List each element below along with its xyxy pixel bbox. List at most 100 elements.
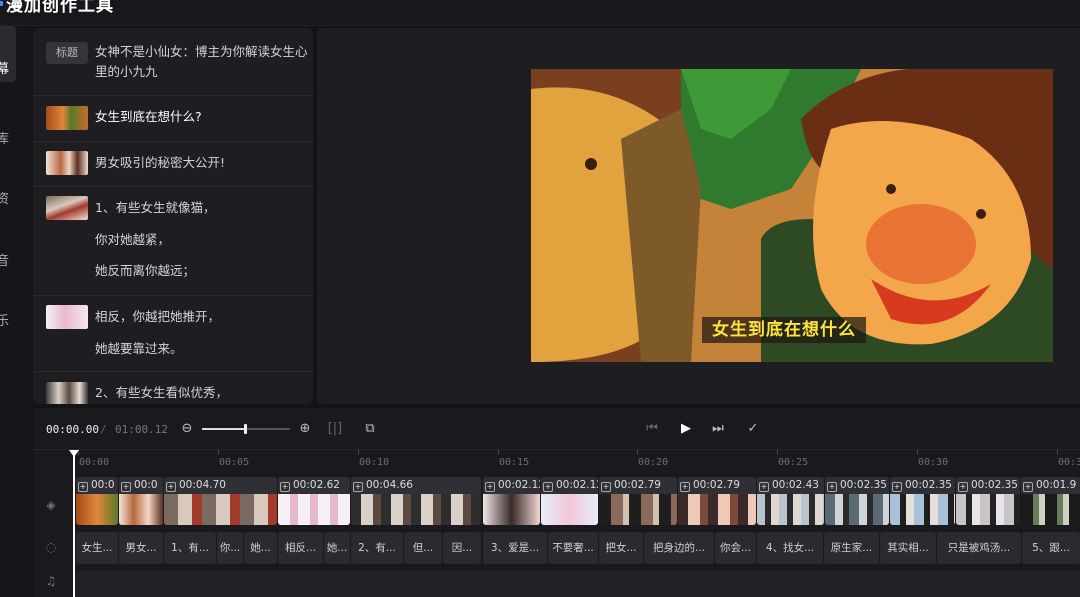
video-clip[interactable]: +00:02.12 [483, 477, 540, 525]
audio-track[interactable] [75, 571, 1080, 597]
row-text: 相反，你越把她推开， [95, 309, 221, 324]
video-clip[interactable]: +00:02.79 [678, 477, 756, 525]
subtitle-clip[interactable]: 因... [443, 532, 481, 564]
clip-duration: +00:04.66 [351, 477, 481, 494]
play-icon[interactable]: ▶ [678, 421, 694, 437]
video-clip[interactable]: +00:04.66 [351, 477, 481, 525]
zoom-slider-fill [202, 428, 245, 430]
zoom-slider-knob[interactable] [244, 424, 247, 434]
subtitle-clip[interactable]: 但... [404, 532, 442, 564]
skip-forward-icon[interactable]: ⏭ [710, 421, 726, 437]
clip-duration-label: 00:02.35 [971, 479, 1018, 491]
video-clip[interactable]: +00:02.35 [825, 477, 889, 525]
clip-thumbnail [956, 494, 1020, 525]
skip-back-icon[interactable]: ⏮ [644, 421, 660, 437]
video-clip[interactable]: +00:02.79 [599, 477, 677, 525]
nav-item-audio[interactable]: 音 [0, 230, 16, 286]
script-row[interactable]: 1、有些女生就像猫， 你对她越紧， 她反而离你越远； [33, 187, 313, 296]
clip-duration-label: 00:02.79 [693, 479, 740, 491]
nav-item-music[interactable]: 乐 [0, 290, 16, 346]
subtitle-clip[interactable]: 相反... [278, 532, 323, 564]
nav-item-script[interactable]: 幕 [0, 26, 16, 82]
clip-duration-label: 00:02.62 [293, 479, 340, 491]
zoom-slider[interactable] [202, 424, 290, 434]
subtitle-clip[interactable]: 不要奢... [548, 532, 598, 564]
script-row[interactable]: 2、有些女生看似优秀， [33, 372, 313, 404]
add-effect-icon: + [78, 482, 88, 492]
video-clip[interactable]: +00:02.43 [757, 477, 824, 525]
nav-item-library[interactable]: 库 [0, 108, 16, 164]
subtitle-clip[interactable]: 她... [244, 532, 277, 564]
row-text: 你对她越紧， [95, 232, 171, 247]
video-clip[interactable]: +00:02.62 [278, 477, 350, 525]
clip-duration-label: 00:0 [134, 479, 158, 491]
title-row[interactable]: 标题 女神不是小仙女：博主为你解读女生心 里的小九九 [33, 28, 313, 96]
video-clip[interactable]: +00:04.70 [164, 477, 277, 525]
clip-duration-label: 00:04.70 [179, 479, 226, 491]
script-row[interactable]: 男女吸引的秘密大公开! [33, 142, 313, 187]
subtitle-clip[interactable]: 3、爱是... [483, 532, 547, 564]
subtitle-clip[interactable]: 原生家... [824, 532, 879, 564]
clip-thumbnail [164, 494, 277, 525]
playhead[interactable] [73, 450, 75, 597]
video-clip[interactable]: +00:02.35 [890, 477, 955, 525]
subtitle-clip[interactable]: 她... [324, 532, 350, 564]
check-circle-icon[interactable]: ✓ [745, 421, 761, 437]
preview-panel: 女生到底在想什么 [317, 28, 1080, 404]
clip-duration: +00:02.35 [956, 477, 1020, 494]
current-time: 00:00.00 [46, 423, 99, 436]
row-text: 她反而离你越远； [95, 263, 196, 278]
video-clip[interactable]: +00:01.9 [1021, 477, 1080, 525]
clip-duration-label: 00:02.12 [556, 479, 598, 491]
video-clip[interactable]: +00:0 [119, 477, 163, 525]
row-thumbnail [46, 196, 88, 220]
subtitle-clip[interactable]: 女生... [76, 532, 118, 564]
subtitle-clip[interactable]: 把女... [599, 532, 643, 564]
clip-duration: +00:02.12 [483, 477, 540, 494]
video-preview[interactable]: 女生到底在想什么 [531, 69, 1053, 362]
video-clip[interactable]: +00:0 [76, 477, 118, 525]
layers-icon: ◈ [46, 498, 56, 512]
subtitle-clip[interactable]: 你... [217, 532, 243, 564]
row-text: 1、有些女生就像猫， [95, 200, 216, 215]
time-ruler[interactable]: 00:00 00:05 00:10 00:15 00:20 00:25 00:3… [33, 450, 1080, 474]
script-row[interactable]: 女生到底在想什么? [33, 96, 313, 142]
subtitle-clip[interactable]: 其实相... [880, 532, 936, 564]
row-thumbnail [46, 305, 88, 329]
add-effect-icon: + [1023, 482, 1033, 492]
video-clip[interactable]: +00:02.12 [541, 477, 598, 525]
subtitle-clip[interactable]: 2、有... [351, 532, 403, 564]
subtitle-clip[interactable]: 把身边的... [644, 532, 714, 564]
ruler-tick [637, 450, 638, 455]
subtitle-clip[interactable]: 男女... [119, 532, 163, 564]
top-bar: 漫加创作工具 [0, 0, 1080, 26]
copy-icon[interactable]: ⧉ [362, 421, 378, 437]
subtitle-clip[interactable]: 只是被鸡汤... [937, 532, 1021, 564]
subtitle-clip[interactable]: 1、有... [164, 532, 216, 564]
row-text: 女生到底在想什么? [95, 109, 202, 124]
nav-label: 幕 [0, 62, 10, 77]
title-line-2: 里的小九九 [95, 64, 158, 79]
playhead-handle[interactable] [69, 450, 79, 457]
video-clip[interactable]: +00:02.35 [956, 477, 1020, 525]
subtitle-clip[interactable]: 5、跟... [1022, 532, 1080, 564]
row-thumbnail [46, 106, 88, 130]
subtitle-clip[interactable]: 4、找女... [757, 532, 823, 564]
nav-item-assets[interactable]: 资 [0, 168, 16, 224]
ruler-label: 00:00 [79, 457, 110, 468]
total-time: 01:00.12 [115, 423, 168, 436]
add-effect-icon: + [166, 482, 176, 492]
ruler-label: 00:30 [918, 457, 949, 468]
zoom-in-icon[interactable]: ⊕ [297, 421, 313, 437]
subtitle-clip[interactable]: 你会... [715, 532, 756, 564]
clip-duration: +00:01.9 [1021, 477, 1080, 494]
time-separator: / [100, 423, 107, 436]
script-row[interactable]: 相反，你越把她推开， 她越要靠过来。 [33, 296, 313, 372]
clip-thumbnail [599, 494, 677, 525]
track-icons: ◈ ◌ ♫ [33, 474, 69, 597]
zoom-out-icon[interactable]: ⊖ [179, 421, 195, 437]
clip-duration: +00:02.79 [678, 477, 756, 494]
clip-duration-label: 00:02.35 [905, 479, 952, 491]
clip-thumbnail [119, 494, 163, 525]
split-icon[interactable]: [|] [327, 421, 343, 437]
